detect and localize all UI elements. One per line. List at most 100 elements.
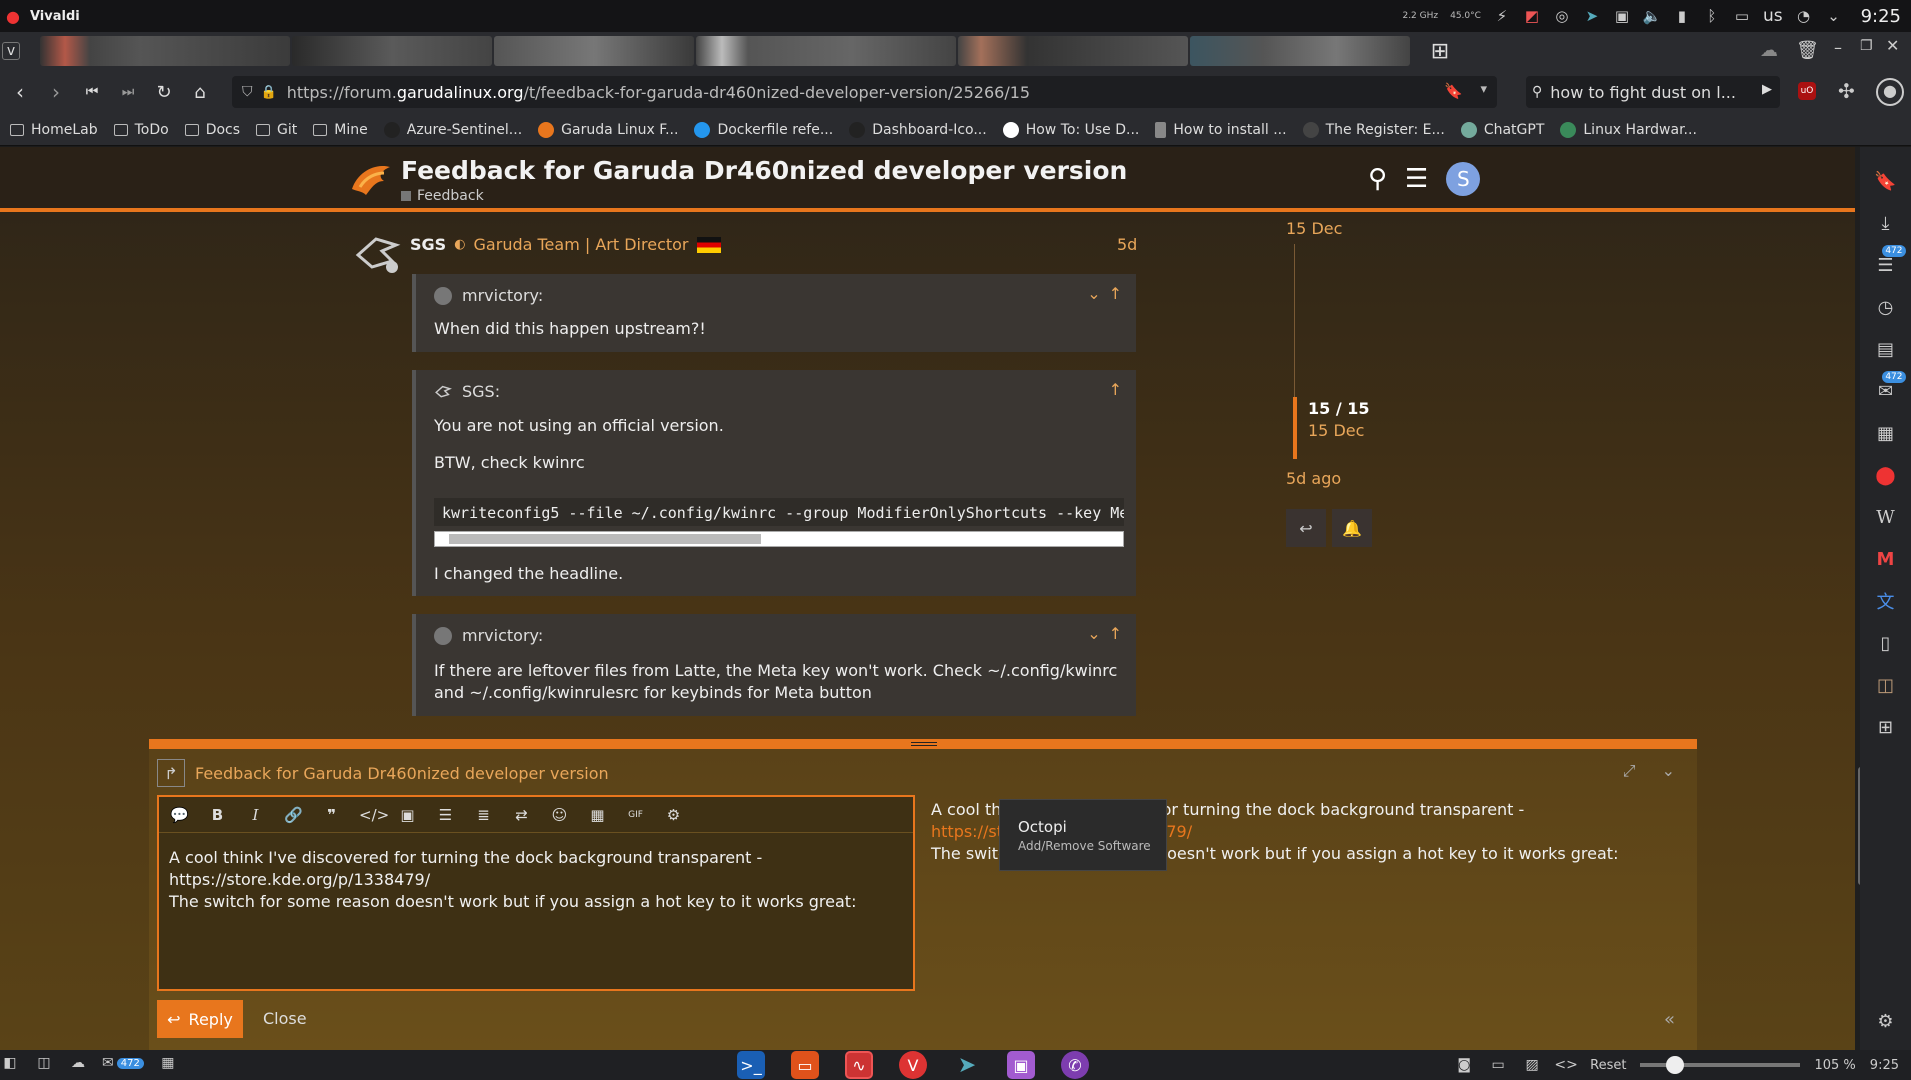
home-button[interactable]: ⌂ xyxy=(184,76,216,108)
notifications-button[interactable]: 🔔 xyxy=(1332,509,1372,547)
numbered-list-icon[interactable]: ≣ xyxy=(473,806,494,824)
bookmark-how-to-use[interactable]: How To: Use D... xyxy=(1002,121,1139,138)
fullscreen-icon[interactable]: ⤢ xyxy=(1623,761,1636,781)
code-icon[interactable]: <> xyxy=(1554,1056,1577,1074)
italic-icon[interactable]: I xyxy=(245,806,266,824)
timeline-last[interactable]: 5d ago xyxy=(1286,469,1341,488)
chevron-down-icon[interactable]: ▾ xyxy=(1480,82,1487,97)
display-icon[interactable]: ▭ xyxy=(1733,7,1751,25)
system-monitor-app-icon[interactable]: ∿ xyxy=(845,1051,873,1079)
timeline-start-date[interactable]: 15 Dec xyxy=(1286,219,1342,238)
lock-icon[interactable]: 🔒 xyxy=(261,85,277,100)
battery-icon[interactable]: ▮ xyxy=(1673,7,1691,25)
maximize-button[interactable]: ❐ xyxy=(1860,38,1873,54)
notes-icon[interactable]: ◩ xyxy=(1523,7,1541,25)
camera-icon[interactable]: ◙ xyxy=(1454,1056,1474,1074)
trash-icon[interactable]: 🗑 xyxy=(1796,40,1819,61)
reply-options-button[interactable]: ↱ xyxy=(157,759,185,787)
topic-category[interactable]: Feedback xyxy=(401,188,484,204)
notes-panel-icon[interactable]: ▤ xyxy=(1872,335,1900,363)
image-icon[interactable]: ▨ xyxy=(1522,1056,1542,1074)
file-manager-app-icon[interactable]: ▭ xyxy=(791,1051,819,1079)
bookmark-chatgpt[interactable]: ChatGPT xyxy=(1460,121,1544,138)
tab[interactable] xyxy=(494,36,694,66)
code-icon[interactable]: </> xyxy=(359,806,389,824)
translate-panel-icon[interactable]: 文 xyxy=(1872,587,1900,615)
link-icon[interactable]: 🔗 xyxy=(283,806,304,824)
profile-icon[interactable]: ● xyxy=(1876,78,1904,106)
viber-app-icon[interactable]: ✆ xyxy=(1061,1051,1089,1079)
photo-panel-icon[interactable]: ◫ xyxy=(1872,671,1900,699)
bookmark-dashboard-icons[interactable]: Dashboard-Ico... xyxy=(849,121,987,138)
blockquote-icon[interactable]: ❞ xyxy=(321,806,342,824)
bookmark-azure-sentinel[interactable]: Azure-Sentinel... xyxy=(383,121,522,138)
timeline-handle[interactable] xyxy=(1293,397,1297,459)
go-to-quoted-post-icon[interactable]: ↑ xyxy=(1109,284,1122,303)
terminal-app-icon[interactable]: >_ xyxy=(737,1051,765,1079)
collapse-preview-icon[interactable]: « xyxy=(1664,1009,1675,1030)
vivaldi-panel-icon[interactable]: ⬤ xyxy=(1872,461,1900,489)
go-to-quoted-post-icon[interactable]: ↑ xyxy=(1109,624,1122,643)
bluetooth-icon[interactable]: ᛒ xyxy=(1703,7,1721,25)
calendar-icon[interactable]: ▦ xyxy=(158,1054,178,1072)
vivaldi-menu-icon[interactable]: v xyxy=(2,42,20,60)
mail-panel-icon[interactable]: ✉ 472 xyxy=(1872,371,1906,405)
topic-title[interactable]: Feedback for Garuda Dr460nized developer… xyxy=(401,156,1127,185)
bookmarks-panel-icon[interactable]: 🔖 xyxy=(1872,167,1900,195)
reply-to-title[interactable]: Feedback for Garuda Dr460nized developer… xyxy=(195,764,609,783)
bookmark-dockerfile[interactable]: Dockerfile refe... xyxy=(694,121,833,138)
new-tab-button[interactable]: ⊞ xyxy=(1424,35,1456,67)
zoom-slider-knob[interactable] xyxy=(1666,1056,1685,1074)
zoom-slider[interactable] xyxy=(1640,1056,1801,1074)
gear-icon[interactable]: ⚙ xyxy=(663,806,684,824)
rewind-button[interactable]: ⏮ xyxy=(76,76,108,108)
tab[interactable] xyxy=(40,36,290,66)
bookmark-folder-git[interactable]: Git xyxy=(256,122,297,138)
tab[interactable] xyxy=(696,36,956,66)
tab[interactable] xyxy=(1190,36,1410,66)
minimize-composer-icon[interactable]: ⌄ xyxy=(1662,761,1675,781)
search-icon[interactable]: ⚲ xyxy=(1368,164,1387,194)
disk-icon[interactable]: ◎ xyxy=(1553,7,1571,25)
user-avatar[interactable]: S xyxy=(1446,162,1481,196)
downloads-panel-icon[interactable]: ⤓ xyxy=(1872,209,1900,237)
composer-editor[interactable]: 💬 B I 🔗 ❞ </> ▣ ☰ ≣ ⇄ ☺ ▦ GIF ⚙ A cool t… xyxy=(157,795,915,991)
cloud-icon[interactable]: ☁ xyxy=(68,1054,88,1072)
bold-icon[interactable]: B xyxy=(207,806,228,824)
emoji-icon[interactable]: ☺ xyxy=(549,806,570,824)
history-panel-icon[interactable]: ◷ xyxy=(1872,293,1900,321)
bookmark-garuda-forum[interactable]: Garuda Linux F... xyxy=(538,121,678,138)
ublock-icon[interactable]: uO xyxy=(1798,82,1816,100)
reload-button[interactable]: ↻ xyxy=(148,76,180,108)
wikipedia-panel-icon[interactable]: W xyxy=(1872,503,1900,531)
sync-icon[interactable]: ☁ xyxy=(1760,40,1778,61)
add-panel-icon[interactable]: ⊞ xyxy=(1872,713,1900,741)
telegram-app-icon[interactable]: ➤ xyxy=(953,1051,981,1079)
editor-text[interactable]: A cool think I've discovered for turning… xyxy=(169,847,856,913)
bookmark-folder-todo[interactable]: ToDo xyxy=(113,122,169,138)
go-to-quoted-post-icon[interactable]: ↑ xyxy=(1109,380,1122,399)
reply-topic-button[interactable]: ↩ xyxy=(1286,509,1326,547)
hamburger-menu-icon[interactable]: ☰ xyxy=(1405,164,1428,194)
bookmark-the-register[interactable]: The Register: E... xyxy=(1302,121,1445,138)
post-username[interactable]: SGS xyxy=(410,235,446,254)
keyboard-layout[interactable]: us xyxy=(1763,6,1783,26)
back-button[interactable]: ‹ xyxy=(4,76,36,108)
url-field[interactable]: ⛉ 🔒 https://forum. garudalinux.org/t/feed… xyxy=(232,76,1497,108)
chevron-down-icon[interactable]: ⌄ xyxy=(1825,7,1843,25)
reply-button[interactable]: ↩ Reply xyxy=(157,1000,243,1038)
bookmark-folder-homelab[interactable]: HomeLab xyxy=(10,122,98,138)
post-age[interactable]: 5d xyxy=(1117,235,1137,254)
close-composer-button[interactable]: Close xyxy=(263,1009,307,1028)
expand-quote-icon[interactable]: ⌄ xyxy=(1087,624,1100,643)
telegram-icon[interactable]: ➤ xyxy=(1583,7,1601,25)
bookmark-icon[interactable]: 🔖 xyxy=(1444,82,1463,100)
zoom-reset-button[interactable]: Reset xyxy=(1590,1058,1626,1073)
calendar-panel-icon[interactable]: ▦ xyxy=(1872,419,1900,447)
bookmark-how-to-install[interactable]: How to install ... xyxy=(1155,121,1287,138)
tab[interactable] xyxy=(292,36,492,66)
image-icon[interactable]: ▣ xyxy=(397,806,418,824)
close-window-button[interactable]: ✕ xyxy=(1886,36,1899,55)
document-panel-icon[interactable]: ▯ xyxy=(1872,629,1900,657)
wifi-icon[interactable]: ◔ xyxy=(1795,7,1813,25)
